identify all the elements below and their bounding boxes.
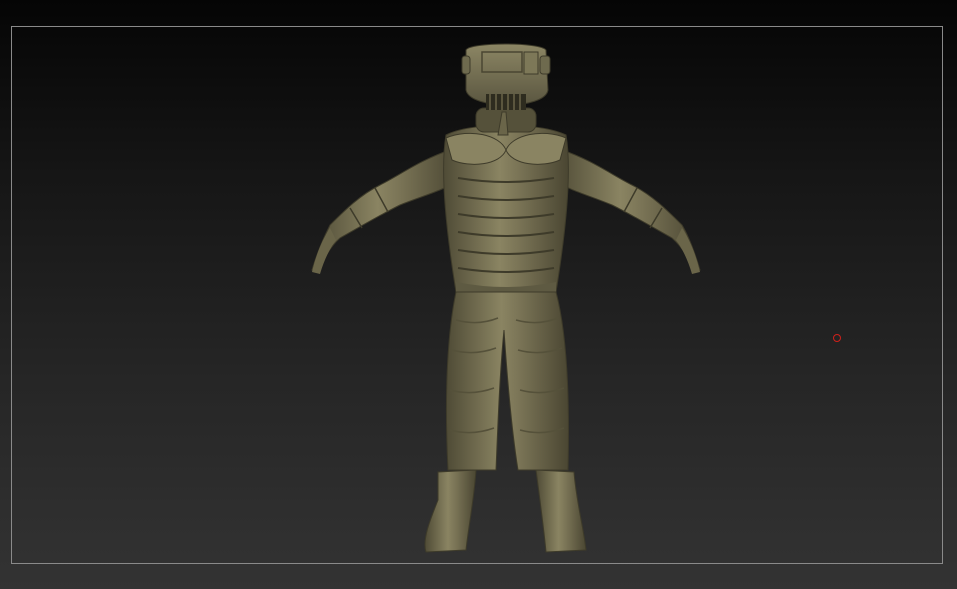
model-torso: [443, 124, 569, 297]
model-boots: [424, 469, 587, 553]
document-viewport[interactable]: [0, 0, 957, 589]
sculpt-model[interactable]: [0, 0, 957, 589]
model-helmet: [461, 43, 551, 136]
model-left-arm: [311, 149, 459, 274]
model-right-arm: [554, 149, 701, 274]
model-legs: [445, 291, 569, 471]
brush-circle-icon: [833, 334, 841, 342]
